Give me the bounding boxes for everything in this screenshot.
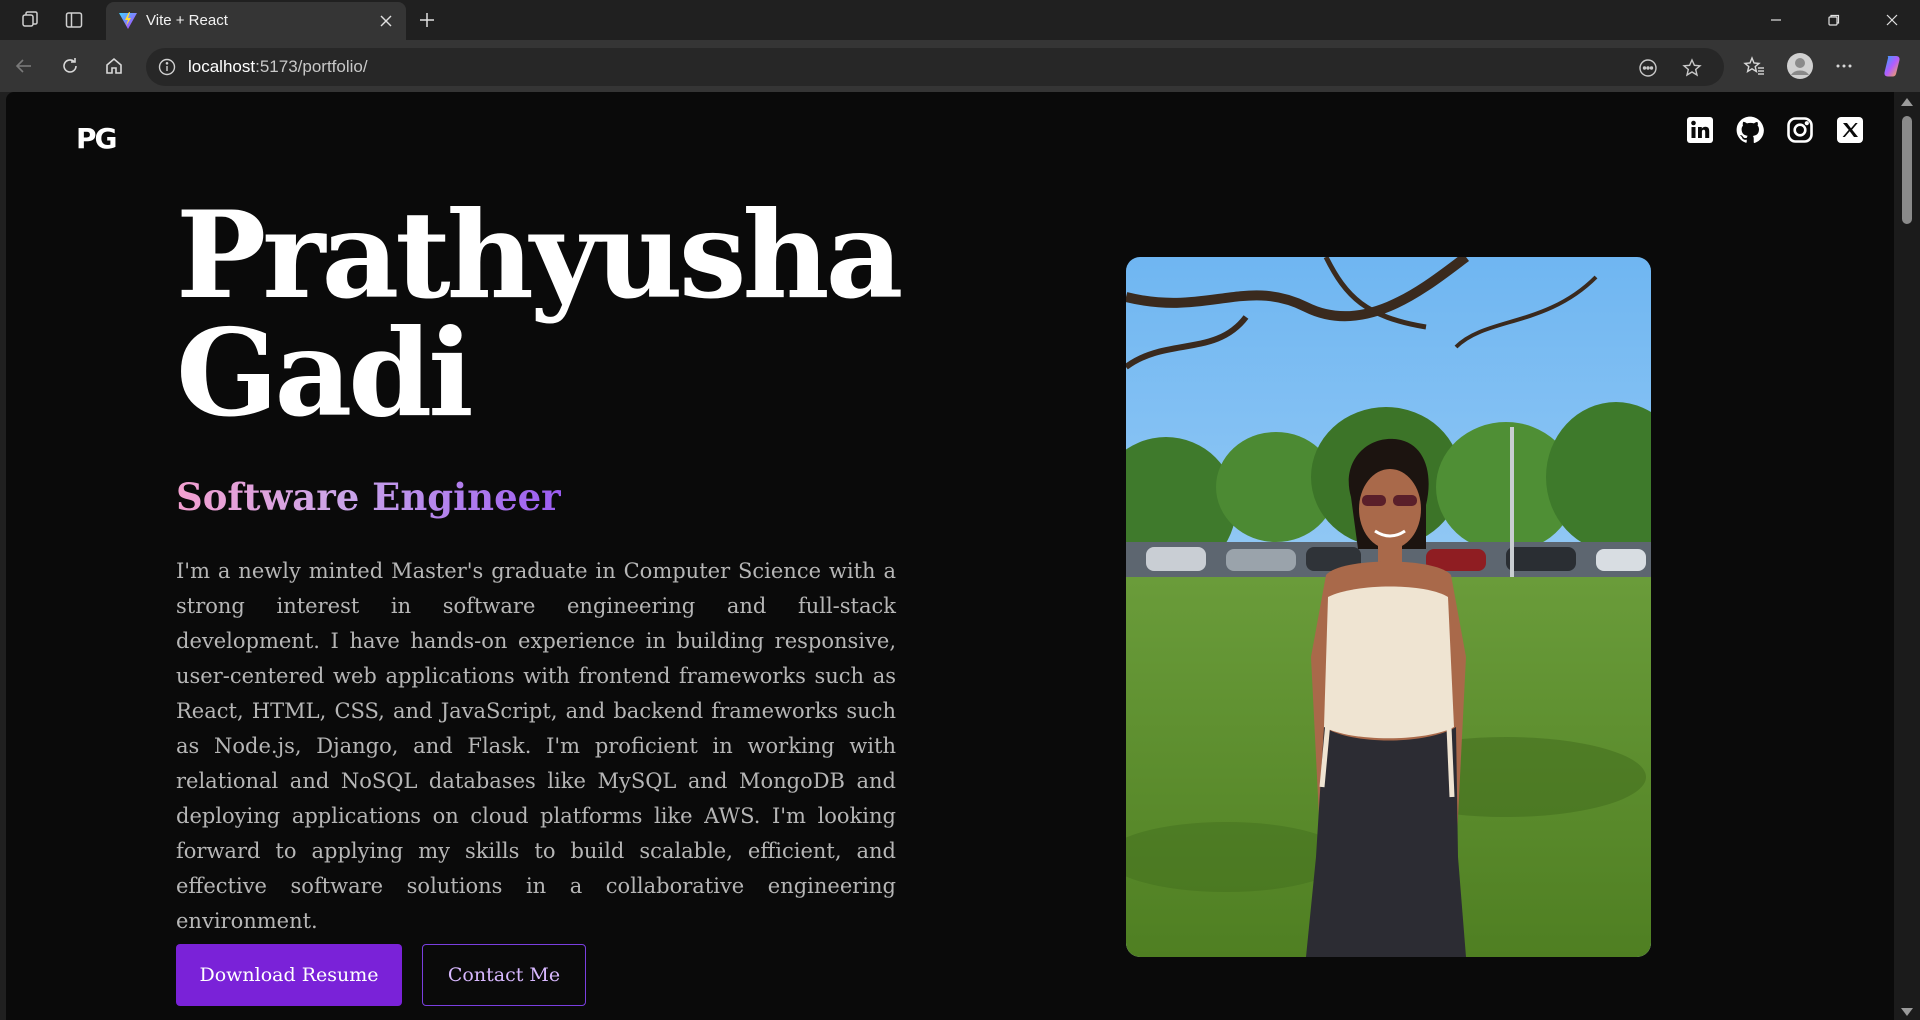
restore-button[interactable] — [1806, 0, 1862, 40]
scroll-up-arrow-icon[interactable] — [1901, 98, 1913, 106]
social-links — [1686, 116, 1864, 144]
hero-last-name: Gadi — [176, 303, 474, 444]
favorites-icon[interactable] — [1740, 52, 1768, 80]
vertical-scrollbar[interactable] — [1894, 92, 1920, 1020]
instagram-icon[interactable] — [1786, 116, 1814, 144]
profile-avatar-icon[interactable] — [1786, 52, 1814, 80]
favorite-star-icon[interactable] — [1680, 56, 1704, 80]
page-viewport: PG Prathyusha Gadi Software Engineer I'm… — [6, 92, 1894, 1020]
site-logo[interactable]: PG — [76, 122, 117, 155]
linkedin-icon[interactable] — [1686, 116, 1714, 144]
new-tab-button[interactable] — [414, 7, 440, 33]
hero-bio: I'm a newly minted Master's graduate in … — [176, 559, 896, 933]
url-path: :5173/portfolio/ — [255, 57, 368, 76]
minimize-button[interactable] — [1748, 0, 1804, 40]
tab-title: Vite + React — [146, 12, 228, 29]
x-icon[interactable] — [1836, 116, 1864, 144]
url-text[interactable]: localhost:5173/portfolio/ — [188, 57, 368, 77]
scroll-down-arrow-icon[interactable] — [1901, 1008, 1913, 1016]
github-icon[interactable] — [1736, 116, 1764, 144]
workspaces-icon[interactable] — [16, 8, 44, 32]
home-icon[interactable] — [100, 52, 128, 80]
title-bar: Vite + React — [0, 0, 1920, 40]
contact-me-button[interactable]: Contact Me — [422, 944, 586, 1006]
address-bar[interactable]: localhost:5173/portfolio/ — [146, 48, 1724, 86]
back-arrow-icon[interactable] — [10, 52, 38, 80]
copilot-icon[interactable] — [1878, 52, 1906, 80]
close-window-button[interactable] — [1864, 0, 1920, 40]
profile-photo — [1126, 257, 1651, 957]
close-tab-icon[interactable] — [376, 11, 396, 31]
download-resume-button[interactable]: Download Resume — [176, 944, 402, 1006]
hero-name: Prathyusha Gadi — [176, 196, 903, 434]
site-info-icon[interactable] — [158, 58, 176, 76]
refresh-icon[interactable] — [56, 52, 84, 80]
reading-mode-icon[interactable] — [1636, 56, 1660, 80]
scrollbar-thumb[interactable] — [1902, 116, 1912, 224]
vertical-tabs-icon[interactable] — [60, 8, 88, 32]
tab-active[interactable]: Vite + React — [106, 2, 406, 40]
browser-toolbar: localhost:5173/portfolio/ — [0, 40, 1920, 92]
url-host: localhost — [188, 57, 256, 76]
more-options-icon[interactable] — [1830, 52, 1858, 80]
vite-favicon-icon — [118, 12, 138, 30]
hero-role: Software Engineer — [176, 475, 561, 519]
